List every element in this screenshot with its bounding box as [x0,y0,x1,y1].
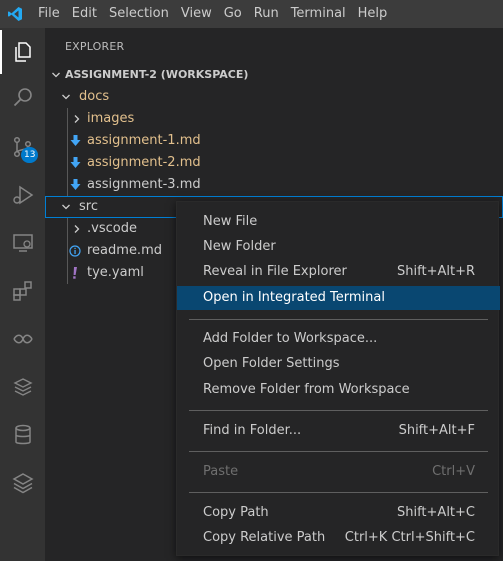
chevron-right-icon [69,108,85,130]
menu-file[interactable]: File [30,0,66,28]
explorer-title: EXPLORER [65,40,125,53]
menu-item-label: Open Folder Settings [203,356,340,371]
markdown-download-icon [68,174,82,196]
menu-item-label: Add Folder to Workspace... [203,331,378,346]
menu-item-new-folder[interactable]: New Folder [177,235,500,259]
menu-item-add-folder-to-workspace[interactable]: Add Folder to Workspace... [177,327,500,351]
stack-icon[interactable] [0,461,45,505]
menu-separator [189,410,488,411]
menu-item-reveal-in-file-explorer[interactable]: Reveal in File Explorer Shift+Alt+R [177,260,500,284]
markdown-download-icon [68,130,82,152]
exclamation-icon [68,262,82,284]
menu-item-shortcut: Shift+Alt+C [396,505,475,520]
markdown-download-icon [68,152,82,174]
chevron-down-icon [58,86,74,108]
vscode-logo-icon[interactable] [0,0,30,28]
menu-selection[interactable]: Selection [103,0,175,28]
tree-item-label: src [79,199,98,214]
indent-guide [67,108,68,130]
menu-item-open-folder-settings[interactable]: Open Folder Settings [177,352,500,376]
tree-item-label: assignment-1.md [87,133,201,148]
menu-item-label: Reveal in File Explorer [203,264,347,279]
menu-item-shortcut: Shift+Alt+F [398,423,475,438]
menu-item-open-in-integrated-terminal[interactable]: Open in Integrated Terminal [177,286,500,310]
title-bar: File Edit Selection View Go Run Terminal… [0,0,503,28]
menu-bar: File Edit Selection View Go Run Terminal… [30,0,393,28]
menu-item-new-file[interactable]: New File [177,210,500,234]
workspace-header[interactable]: ASSIGNMENT-2 (WORKSPACE) [45,64,503,86]
menu-item-remove-folder-from-workspace[interactable]: Remove Folder from Workspace [177,378,500,402]
menu-item-label: New File [203,214,258,229]
menu-terminal[interactable]: Terminal [285,0,352,28]
workspace-title: ASSIGNMENT-2 (WORKSPACE) [65,68,249,81]
extensions-icon[interactable] [0,269,45,313]
database-icon[interactable] [0,413,45,457]
menu-item-shortcut: Shift+Alt+R [397,264,475,279]
menu-run[interactable]: Run [248,0,285,28]
menu-view[interactable]: View [175,0,218,28]
tree-item-label: docs [79,89,110,104]
tree-item-docs[interactable]: docs [45,86,503,108]
menu-edit[interactable]: Edit [66,0,103,28]
live-share-icon[interactable] [0,317,45,361]
chevron-down-icon [48,64,64,86]
remote-explorer-icon[interactable] [0,221,45,265]
docker-icon[interactable] [0,365,45,409]
menu-go[interactable]: Go [218,0,248,28]
menu-item-label: Find in Folder... [203,423,302,438]
tree-item-images[interactable]: images [45,108,503,130]
info-icon [68,240,82,262]
menu-item-label: Copy Path [203,505,269,520]
menu-help[interactable]: Help [352,0,394,28]
menu-item-shortcut: Ctrl+V [432,464,475,479]
tree-item-label: tye.yaml [87,265,144,280]
menu-item-label: Remove Folder from Workspace [203,382,410,397]
menu-item-label: New Folder [203,239,276,254]
menu-separator [189,319,488,320]
search-icon[interactable] [0,76,45,120]
menu-separator [189,451,488,452]
menu-item-label: Paste [203,464,239,479]
tree-item-label: assignment-3.md [87,177,201,192]
menu-item-label: Copy Relative Path [203,530,326,545]
tree-item-label: images [87,111,135,126]
menu-item-paste[interactable]: Paste Ctrl+V [177,460,500,484]
chevron-down-icon [58,196,74,218]
tree-item-label: assignment-2.md [87,155,201,170]
tree-item-assignment-2[interactable]: assignment-2.md [45,152,503,174]
indent-guide [67,218,68,240]
menu-item-copy-relative-path[interactable]: Copy Relative Path Ctrl+K Ctrl+Shift+C [177,526,500,550]
explorer-icon[interactable] [0,30,45,74]
tree-item-label: .vscode [87,221,137,236]
source-control-badge: 13 [21,147,39,163]
activity-bar: 13 [0,28,45,561]
source-control-icon[interactable]: 13 [0,125,45,169]
tree-item-label: readme.md [87,243,162,258]
tree-item-assignment-3[interactable]: assignment-3.md [45,174,503,196]
menu-item-shortcut: Ctrl+K Ctrl+Shift+C [344,530,475,545]
menu-item-find-in-folder[interactable]: Find in Folder... Shift+Alt+F [177,419,500,443]
run-debug-icon[interactable] [0,173,45,217]
tree-item-assignment-1[interactable]: assignment-1.md [45,130,503,152]
menu-item-copy-path[interactable]: Copy Path Shift+Alt+C [177,501,500,525]
chevron-right-icon [69,218,85,240]
context-menu: New File New Folder Reveal in File Explo… [176,201,500,556]
menu-separator [189,492,488,493]
menu-item-label: Open in Integrated Terminal [203,290,385,305]
